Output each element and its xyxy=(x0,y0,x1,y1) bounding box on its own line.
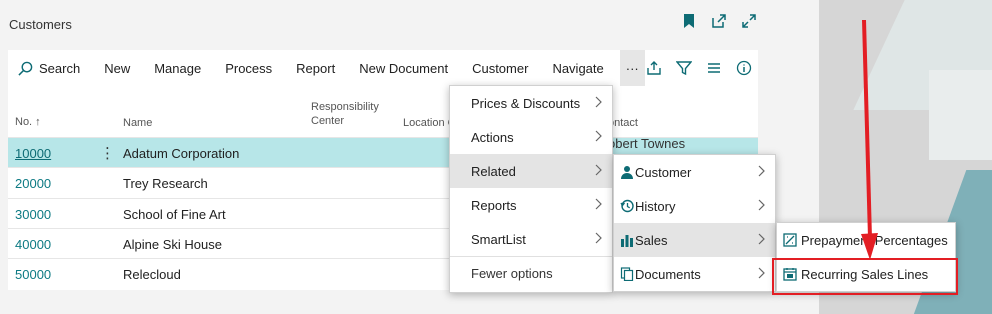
open-new-window-icon[interactable] xyxy=(711,13,727,29)
row-menu-icon[interactable]: ⋮ xyxy=(100,144,115,162)
page-title: Customers xyxy=(9,17,72,32)
chevron-right-icon xyxy=(595,164,602,176)
customer-name: Adatum Corporation xyxy=(123,146,240,161)
action-report[interactable]: Report xyxy=(284,50,347,86)
chevron-right-icon xyxy=(595,96,602,108)
menu-item-label: History xyxy=(635,198,676,214)
action-new[interactable]: New xyxy=(92,50,142,86)
share-icon[interactable] xyxy=(646,60,662,76)
chevron-right-icon xyxy=(758,233,765,245)
title-icons xyxy=(681,13,757,29)
action-manage[interactable]: Manage xyxy=(142,50,213,86)
action-process[interactable]: Process xyxy=(213,50,284,86)
menu-item-documents[interactable]: Documents xyxy=(614,257,775,291)
bookmark-icon[interactable] xyxy=(681,13,697,29)
chevron-right-icon xyxy=(758,165,765,177)
search-label: Search xyxy=(39,60,81,76)
menu-item-related[interactable]: Related xyxy=(450,154,612,188)
customer-no[interactable]: 30000 xyxy=(15,207,51,222)
column-header-responsibility-center[interactable]: Responsibility Center xyxy=(311,100,391,128)
customer-no[interactable]: 50000 xyxy=(15,267,51,282)
customer-name: School of Fine Art xyxy=(123,207,226,222)
menu-item-label: Actions xyxy=(471,129,514,145)
history-icon xyxy=(620,199,634,213)
info-icon[interactable] xyxy=(736,60,752,76)
action-bar: Search New Manage Process Report New Doc… xyxy=(8,50,758,86)
customer-no[interactable]: 10000 xyxy=(15,146,51,161)
menu-item-sales[interactable]: Sales xyxy=(614,223,775,257)
menu-item-history[interactable]: History xyxy=(614,189,775,223)
bg-shape xyxy=(929,70,992,160)
fewer-options-button[interactable]: Fewer options xyxy=(450,256,612,290)
actionbar-right-icons xyxy=(646,50,752,86)
menu-item-label: Sales xyxy=(635,232,668,248)
menu-item-smartlist[interactable]: SmartList xyxy=(450,222,612,256)
action-new-document[interactable]: New Document xyxy=(347,50,460,86)
customer-name: Relecloud xyxy=(123,267,181,282)
menu-item-reports[interactable]: Reports xyxy=(450,188,612,222)
documents-icon xyxy=(620,267,634,281)
menu-item-label: Related xyxy=(471,163,516,179)
menu-item-label: Documents xyxy=(635,266,701,282)
customer-name: Trey Research xyxy=(123,176,208,191)
list-header: No. ↑ Name Responsibility Center Locatio… xyxy=(8,86,758,136)
prepayment-icon xyxy=(783,233,797,247)
column-header-location[interactable]: Location C xyxy=(403,117,456,129)
menu-item-prices-discounts[interactable]: Prices & Discounts xyxy=(450,86,612,120)
action-customer[interactable]: Customer xyxy=(460,50,540,86)
filter-icon[interactable] xyxy=(676,60,692,76)
customer-no[interactable]: 20000 xyxy=(15,176,51,191)
red-arrow-annotation xyxy=(861,20,878,260)
customer-name: Alpine Ski House xyxy=(123,237,222,252)
sales-chart-icon xyxy=(621,235,633,247)
chevron-right-icon xyxy=(758,267,765,279)
more-options-button[interactable]: ··· xyxy=(619,50,645,86)
action-navigate[interactable]: Navigate xyxy=(540,50,615,86)
menu-item-label: Reports xyxy=(471,197,517,213)
menu-item-label: SmartList xyxy=(471,231,526,247)
column-header-no[interactable]: No. ↑ xyxy=(15,116,41,128)
chevron-right-icon xyxy=(595,130,602,142)
expand-icon[interactable] xyxy=(741,13,757,29)
more-options-menu: Prices & Discounts Actions Related Repor… xyxy=(449,85,613,293)
list-view-icon[interactable] xyxy=(706,60,722,76)
menu-item-customer[interactable]: Customer xyxy=(614,155,775,189)
chevron-right-icon xyxy=(595,232,602,244)
menu-item-actions[interactable]: Actions xyxy=(450,120,612,154)
column-header-name[interactable]: Name xyxy=(123,117,152,129)
person-icon xyxy=(621,166,633,179)
title-bar: Customers xyxy=(0,0,819,50)
menu-item-label: Prices & Discounts xyxy=(471,95,581,111)
related-submenu: Customer History Sales Documents xyxy=(613,154,776,292)
customer-contact: obert Townes xyxy=(608,136,686,151)
customer-no[interactable]: 40000 xyxy=(15,237,51,252)
chevron-right-icon xyxy=(595,198,602,210)
search-icon xyxy=(18,61,33,76)
search-button[interactable]: Search xyxy=(8,50,92,86)
menu-item-label: Customer xyxy=(635,164,692,180)
fewer-options-label: Fewer options xyxy=(471,266,553,281)
chevron-right-icon xyxy=(758,199,765,211)
